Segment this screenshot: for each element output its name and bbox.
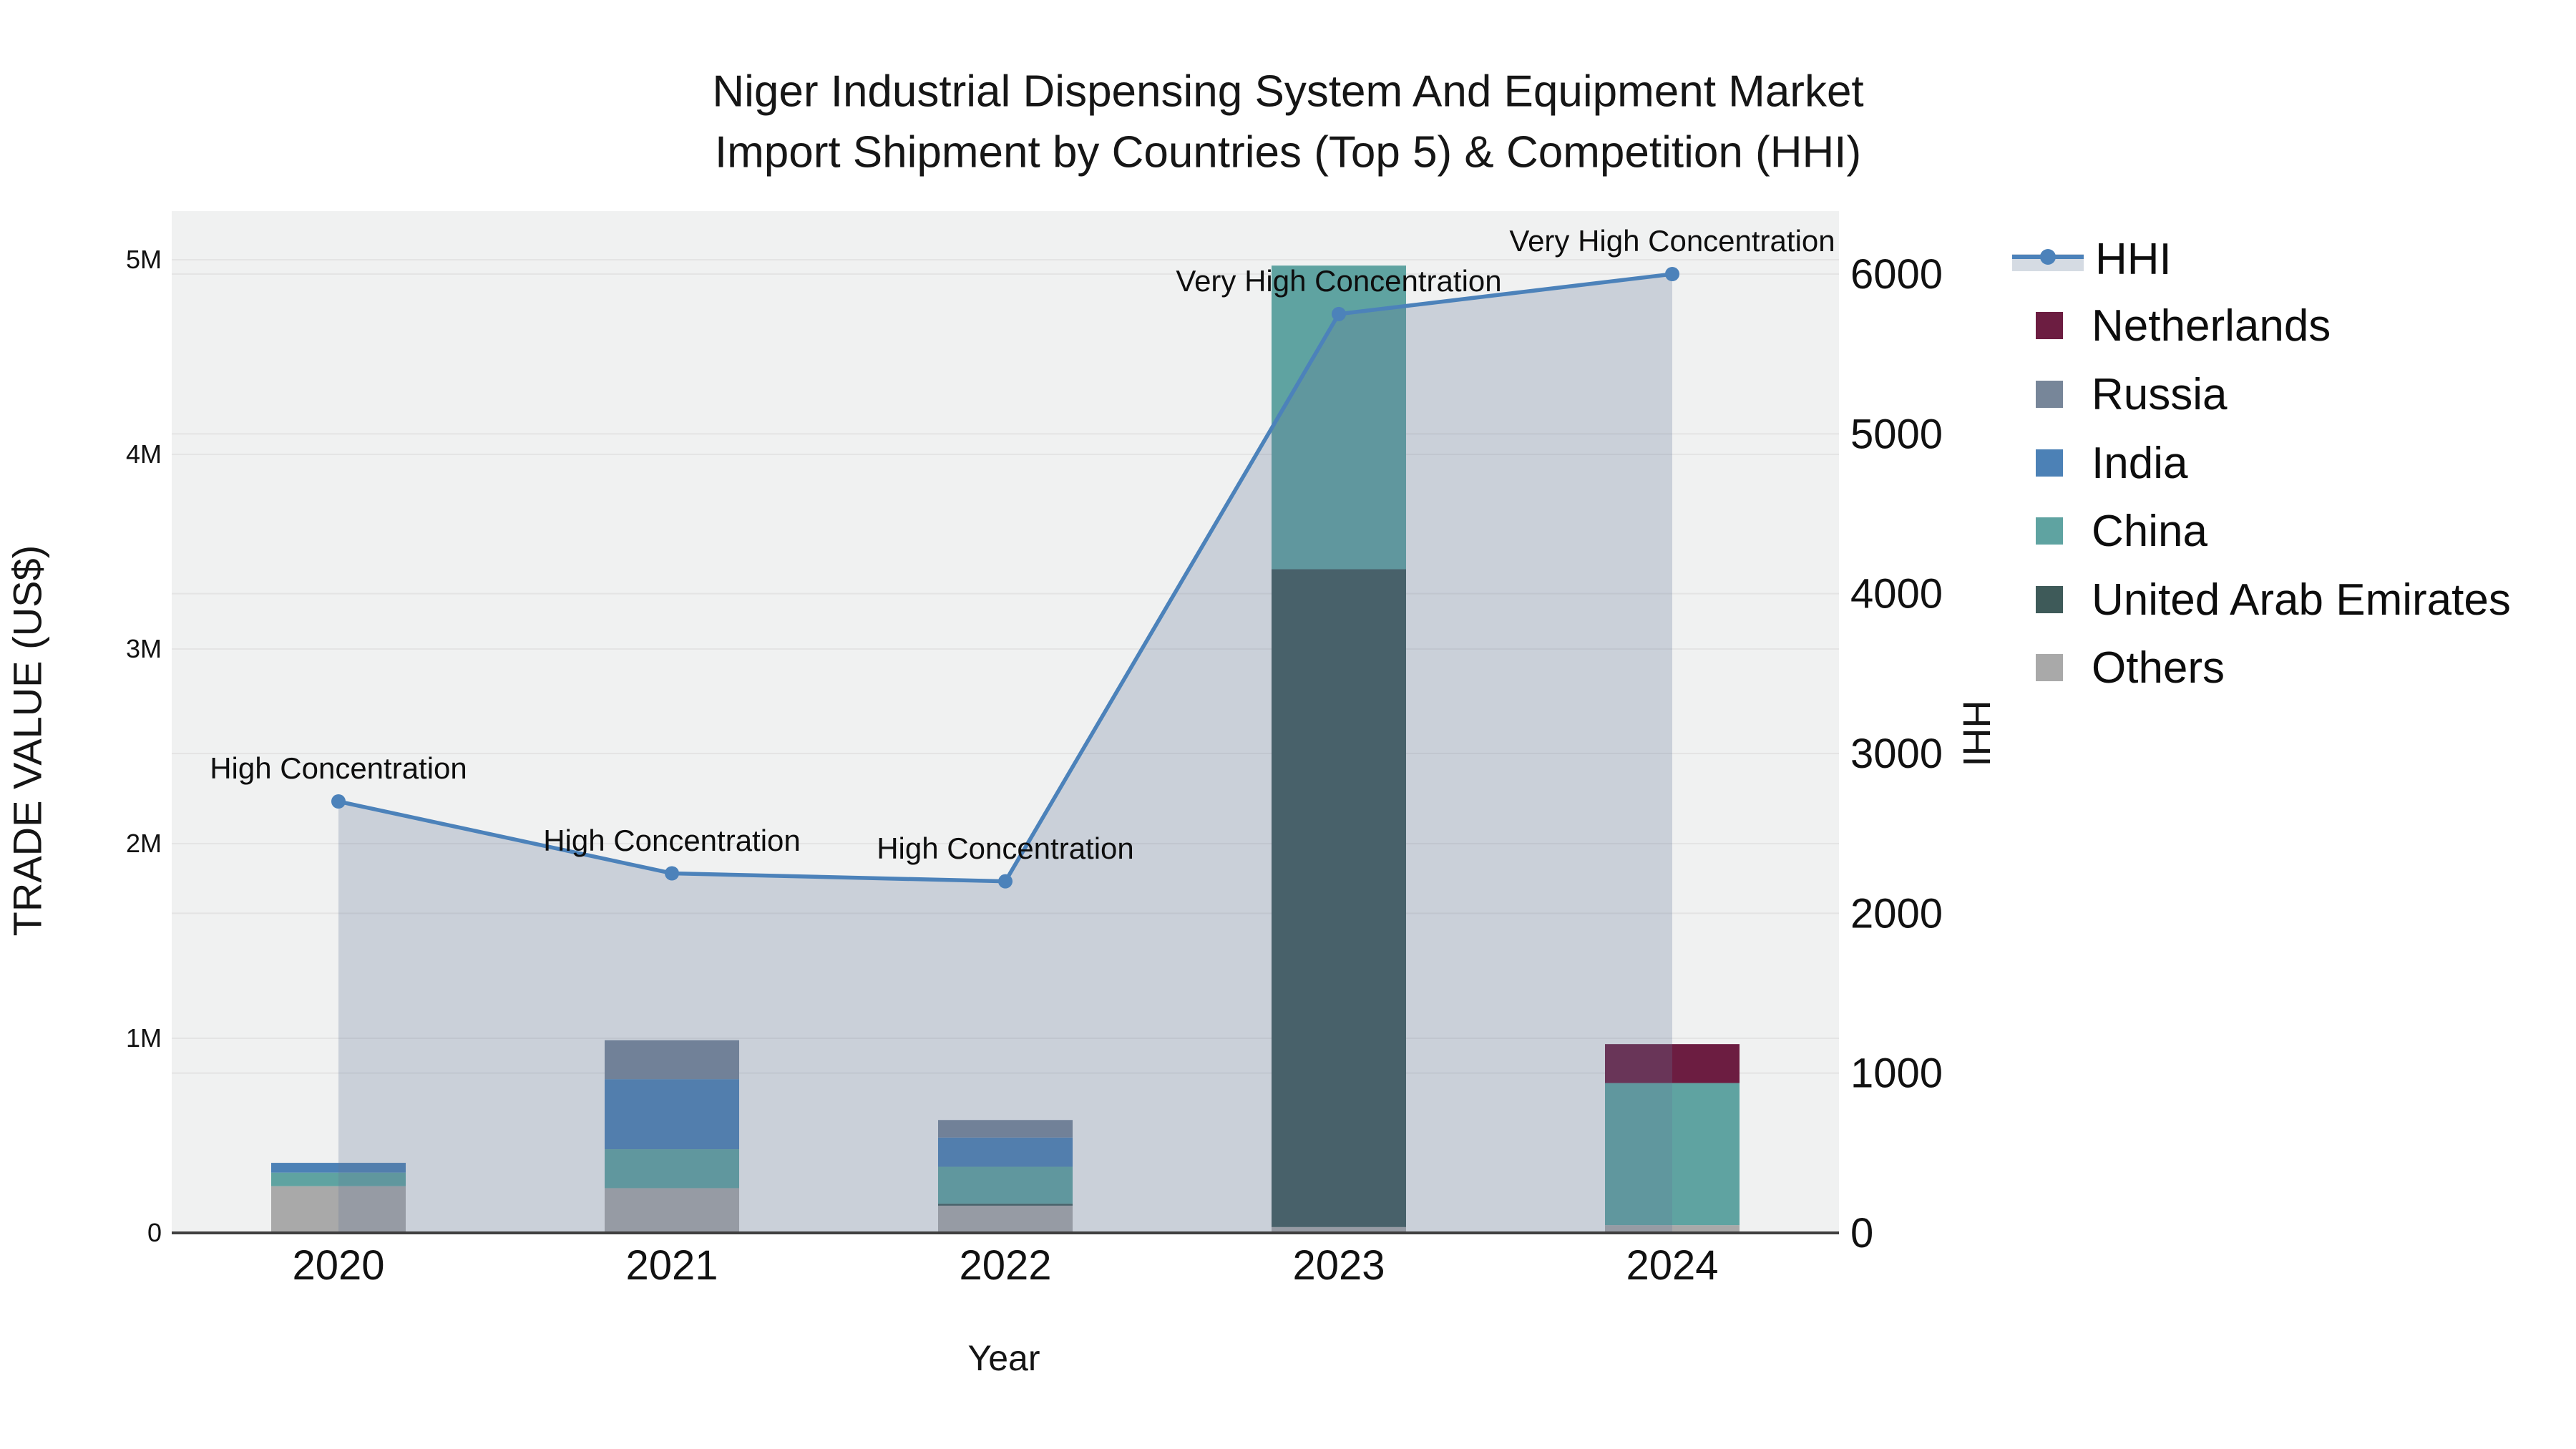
y-left-tick-label-5: 5M xyxy=(126,245,162,274)
y-left-tick-label-3: 3M xyxy=(126,634,162,663)
legend-label-netherlands: Netherlands xyxy=(2092,301,2331,351)
hhi-annotation-2024: Very High Concentration xyxy=(1509,224,1835,258)
legend-label-united-arab-emirates: United Arab Emirates xyxy=(2092,575,2511,625)
hhi-annotation-2022: High Concentration xyxy=(877,831,1134,865)
legend-item-india[interactable]: India xyxy=(2012,439,2187,488)
x-tick-label-2023: 2023 xyxy=(1292,1242,1385,1289)
y-right-tick-label-1: 1000 xyxy=(1850,1050,1943,1097)
legend-swatch-india xyxy=(2036,449,2063,477)
legend-item-russia[interactable]: Russia xyxy=(2012,370,2228,419)
hhi-marker-2024 xyxy=(1665,267,1679,281)
y-right-axis-title: HHI xyxy=(1955,700,1998,767)
legend-swatch-russia xyxy=(2036,381,2063,408)
x-axis-title: Year xyxy=(967,1338,1040,1378)
chart-title-line-1: Niger Industrial Dispensing System And E… xyxy=(712,67,1864,117)
hhi-marker-2020 xyxy=(331,794,346,809)
legend-label-india: India xyxy=(2092,438,2188,488)
legend-swatch-netherlands xyxy=(2036,312,2063,339)
x-tick-label-2024: 2024 xyxy=(1626,1242,1718,1289)
legend-item-netherlands[interactable]: Netherlands xyxy=(2012,301,2331,351)
hhi-annotation-2020: High Concentration xyxy=(210,751,467,785)
legend-item-united-arab-emirates[interactable]: United Arab Emirates xyxy=(2012,575,2511,625)
legend-label-russia: Russia xyxy=(2092,369,2228,419)
y-left-tick-label-2: 2M xyxy=(126,829,162,858)
legend-label-hhi: HHI xyxy=(2095,234,2172,284)
hhi-annotation-2023: Very High Concentration xyxy=(1176,263,1502,298)
y-left-tick-label-0: 0 xyxy=(147,1218,162,1247)
y-left-tick-label-1: 1M xyxy=(126,1023,162,1053)
plot-canvas: 0 1M 2M 3M 4M 5M 0 1000 2000 3000 4000 5000 6000 2020… xyxy=(126,211,1943,1289)
legend-hhi-line-sample xyxy=(2012,249,2084,271)
legend-swatch-china xyxy=(2036,517,2063,545)
legend-swatch-united-arab-emirates xyxy=(2036,586,2063,613)
y-right-tick-label-4: 4000 xyxy=(1850,571,1943,618)
x-tick-label-2020: 2020 xyxy=(292,1242,384,1289)
legend-label-others: Others xyxy=(2092,643,2225,693)
y-right-tick-label-5: 5000 xyxy=(1850,411,1943,457)
hhi-annotation-2021: High Concentration xyxy=(543,823,801,857)
x-tick-label-2021: 2021 xyxy=(625,1242,718,1289)
chart-title-line-2: Import Shipment by Countries (Top 5) & C… xyxy=(714,127,1862,177)
legend-item-china[interactable]: China xyxy=(2012,507,2207,556)
hhi-marker-2021 xyxy=(665,866,679,881)
y-right-tick-label-0: 0 xyxy=(1850,1210,1873,1257)
x-tick-label-2022: 2022 xyxy=(959,1242,1051,1289)
y-right-tick-label-6: 6000 xyxy=(1850,251,1943,298)
figure: 0 1M 2M 3M 4M 5M 0 1000 2000 3000 4000 5000 6000 2020… xyxy=(0,0,2576,1449)
y-left-tick-label-4: 4M xyxy=(126,439,162,469)
legend-label-china: China xyxy=(2092,506,2207,556)
legend-item-hhi[interactable]: HHI xyxy=(2012,235,2172,284)
hhi-marker-2023 xyxy=(1332,306,1346,321)
legend-swatch-others xyxy=(2036,654,2063,681)
y-right-tick-label-2: 2000 xyxy=(1850,890,1943,937)
legend-item-others[interactable]: Others xyxy=(2012,643,2225,693)
y-left-axis-title: TRADE VALUE (US$) xyxy=(4,545,50,937)
hhi-marker-2022 xyxy=(998,874,1013,889)
y-right-tick-label-3: 3000 xyxy=(1850,731,1943,777)
